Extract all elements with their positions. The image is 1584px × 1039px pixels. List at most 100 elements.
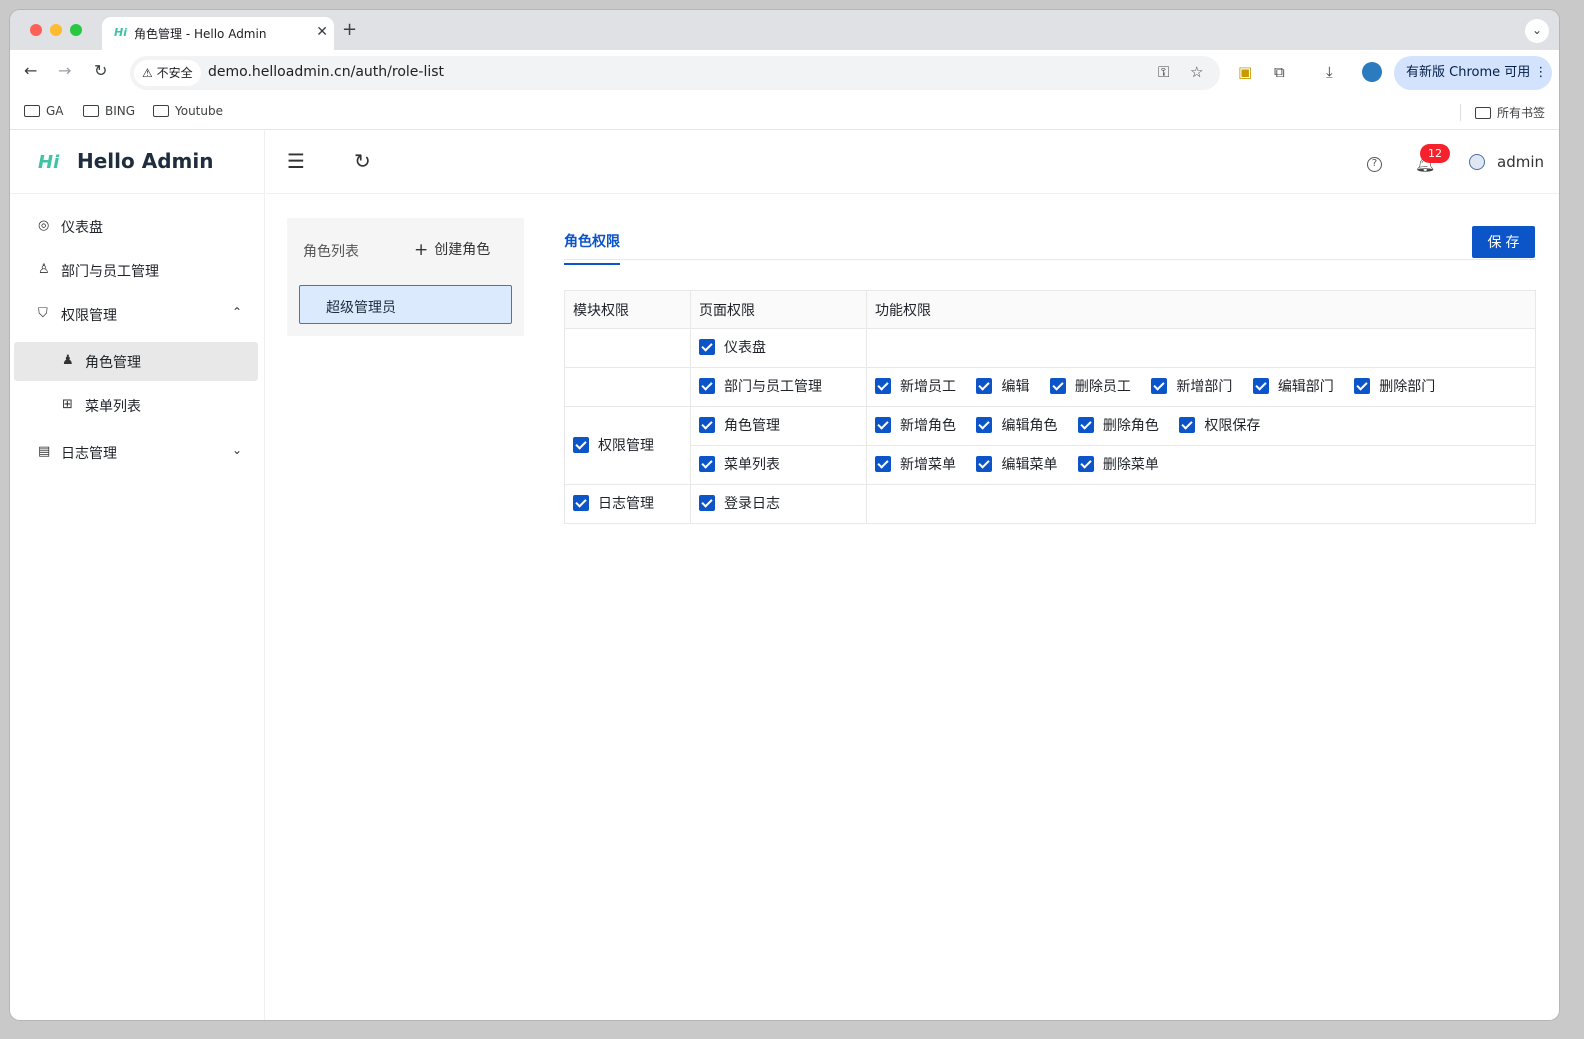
checked-icon [1151, 378, 1168, 394]
checkbox-label: 编辑菜单 [1001, 457, 1058, 473]
reload-icon[interactable]: ↻ [94, 61, 107, 80]
role-item-super-admin[interactable]: 超级管理员 [299, 285, 512, 324]
checkbox-add-menu[interactable]: 新增菜单 [875, 454, 956, 474]
refresh-icon[interactable]: ↻ [354, 149, 371, 173]
divider [10, 193, 265, 194]
column-header-module: 模块权限 [564, 290, 691, 329]
checked-icon [875, 456, 891, 472]
chevron-up-icon: ⌃ [231, 305, 242, 319]
app-name: Hello Admin [77, 149, 214, 173]
forward-icon[interactable]: → [58, 61, 71, 80]
update-label: 有新版 Chrome 可用 [1406, 65, 1531, 80]
tab-close-icon[interactable]: ✕ [316, 24, 328, 40]
sidebar-item-logs[interactable]: ▤ 日志管理 ⌄ [14, 433, 258, 472]
checked-icon [573, 495, 589, 511]
puzzle-icon[interactable]: ⧉ [1274, 63, 1285, 81]
avatar[interactable] [1469, 154, 1485, 170]
sidebar-item-roles[interactable]: ♟ 角色管理 [14, 342, 258, 381]
tab-favicon-icon: Hi [114, 26, 127, 39]
checked-icon [976, 378, 993, 394]
page-cell: 部门与员工管理 [690, 367, 867, 407]
checkbox-label: 登录日志 [724, 496, 780, 512]
checkbox-add-role[interactable]: 新增角色 [875, 415, 956, 435]
checkbox-save-permissions[interactable]: 权限保存 [1179, 415, 1260, 435]
checkbox-page-login-log[interactable]: 登录日志 [699, 493, 780, 513]
sidebar-item-menus[interactable]: ⊞ 菜单列表 [14, 386, 258, 425]
function-cell: 新增菜单 编辑菜单 删除菜单 [866, 445, 1536, 485]
checkbox-label: 新增员工 [900, 379, 956, 395]
page-cell: 角色管理 [690, 406, 867, 446]
function-cell: 新增员工 编辑 删除员工 新增部门 编辑部门 删除部门 [866, 367, 1536, 407]
bookmark-label: BING [105, 104, 136, 118]
all-bookmarks[interactable]: 所有书签 [1460, 104, 1545, 121]
tab-search-chevron-icon[interactable]: ⌄ [1525, 19, 1549, 43]
maximize-window-button[interactable] [70, 24, 82, 36]
extension-icon[interactable]: ▣ [1238, 63, 1252, 81]
close-window-button[interactable] [30, 24, 42, 36]
page-cell: 菜单列表 [690, 445, 867, 485]
checkbox-page-roles[interactable]: 角色管理 [699, 415, 780, 435]
function-cell [866, 328, 1536, 368]
checkbox-page-dashboard[interactable]: 仪表盘 [699, 337, 766, 357]
download-icon[interactable]: ⤓ [1326, 63, 1333, 81]
checkbox-delete-employee[interactable]: 删除员工 [1049, 376, 1131, 396]
collapse-menu-icon[interactable]: ☰ [287, 149, 305, 173]
star-icon[interactable]: ☆ [1190, 63, 1203, 81]
checked-icon [699, 339, 715, 355]
checkbox-label: 编辑 [1001, 379, 1030, 395]
checked-icon [1077, 456, 1094, 472]
address-bar[interactable]: ⚠ 不安全 demo.helloadmin.cn/auth/role-list … [130, 56, 1220, 90]
checked-icon [875, 417, 891, 433]
security-chip[interactable]: ⚠ 不安全 [134, 60, 201, 86]
checkbox-edit-role[interactable]: 编辑角色 [976, 415, 1057, 435]
folder-icon [1475, 107, 1491, 119]
checkbox-delete-role[interactable]: 删除角色 [1077, 415, 1159, 435]
checkbox-module-permissions[interactable]: 权限管理 [573, 435, 654, 455]
checkbox-page-departments[interactable]: 部门与员工管理 [699, 376, 822, 396]
checkbox-add-department[interactable]: 新增部门 [1151, 376, 1232, 396]
sidebar-item-label: 部门与员工管理 [61, 264, 159, 280]
key-icon[interactable]: ⚿ [1158, 63, 1169, 81]
save-button[interactable]: 保存 [1472, 226, 1535, 258]
username[interactable]: admin [1497, 153, 1544, 171]
bookmarks-bar: GA BING Youtube 所有书签 [10, 96, 1559, 130]
sidebar-item-departments[interactable]: ♙ 部门与员工管理 [14, 251, 258, 290]
table-row: 仪表盘 [564, 328, 1536, 368]
checkbox-delete-menu[interactable]: 删除菜单 [1077, 454, 1159, 474]
create-role-button[interactable]: + 创建角色 [414, 239, 490, 260]
grid-icon: ⊞ [62, 397, 73, 412]
browser-tab[interactable]: Hi 角色管理 - Hello Admin ✕ [102, 17, 334, 50]
checkbox-label: 删除部门 [1379, 379, 1436, 395]
profile-avatar[interactable] [1362, 62, 1382, 82]
checked-icon [699, 378, 715, 394]
new-tab-icon[interactable]: + [342, 19, 357, 40]
url-text[interactable]: demo.helloadmin.cn/auth/role-list [208, 64, 444, 80]
update-chrome-button[interactable]: 有新版 Chrome 可用 ⋮ [1394, 56, 1552, 90]
sidebar-item-permissions[interactable]: ⛉ 权限管理 ⌃ [14, 295, 258, 334]
bookmark-youtube[interactable]: Youtube [153, 104, 223, 118]
tab-role-permissions[interactable]: 角色权限 [564, 231, 620, 265]
page-cell: 登录日志 [690, 484, 867, 524]
bookmark-ga[interactable]: GA [24, 104, 64, 118]
checkbox-label: 角色管理 [724, 418, 780, 434]
tab-title: 角色管理 - Hello Admin [134, 27, 267, 41]
checkbox-edit-menu[interactable]: 编辑菜单 [976, 454, 1057, 474]
checkbox-label: 删除角色 [1102, 418, 1159, 434]
user-icon: ♙ [38, 262, 50, 277]
sidebar-item-dashboard[interactable]: ◎ 仪表盘 [14, 207, 258, 246]
checkbox-module-logs[interactable]: 日志管理 [573, 493, 654, 513]
checkbox-edit-department[interactable]: 编辑部门 [1252, 376, 1334, 396]
browser-tab-bar: Hi 角色管理 - Hello Admin ✕ + ⌄ [10, 10, 1559, 50]
folder-icon [153, 105, 169, 117]
bookmark-bing[interactable]: BING [83, 104, 135, 118]
help-icon[interactable]: ? [1367, 157, 1382, 172]
role-item-label: 超级管理员 [326, 300, 396, 316]
minimize-window-button[interactable] [50, 24, 62, 36]
checkbox-add-employee[interactable]: 新增员工 [875, 376, 956, 396]
checked-icon [699, 456, 715, 472]
function-cell: 新增角色 编辑角色 删除角色 权限保存 [866, 406, 1536, 446]
checkbox-edit[interactable]: 编辑 [976, 376, 1029, 396]
back-icon[interactable]: ← [24, 61, 37, 80]
checkbox-page-menus[interactable]: 菜单列表 [699, 454, 780, 474]
checkbox-delete-department[interactable]: 删除部门 [1354, 376, 1435, 396]
